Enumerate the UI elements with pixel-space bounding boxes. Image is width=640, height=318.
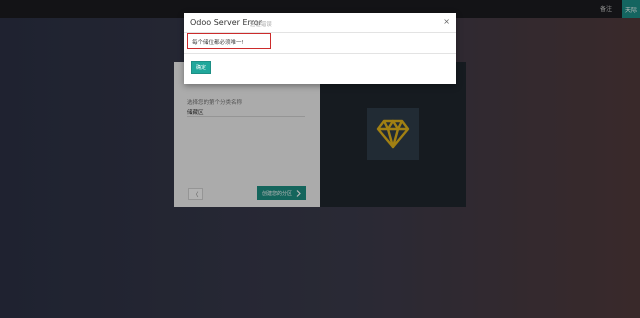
- close-icon[interactable]: ×: [443, 17, 450, 26]
- dialog-header: Odoo Server Error - 验证错误 ×: [184, 13, 456, 33]
- server-error-dialog: Odoo Server Error - 验证错误 × 每个储位都必须唯一! 确定: [184, 13, 456, 84]
- error-message: 每个储位都必须唯一!: [192, 40, 244, 46]
- dialog-subtitle: - 验证错误: [246, 22, 272, 28]
- ok-button[interactable]: 确定: [191, 61, 211, 74]
- dialog-footer: [184, 53, 456, 84]
